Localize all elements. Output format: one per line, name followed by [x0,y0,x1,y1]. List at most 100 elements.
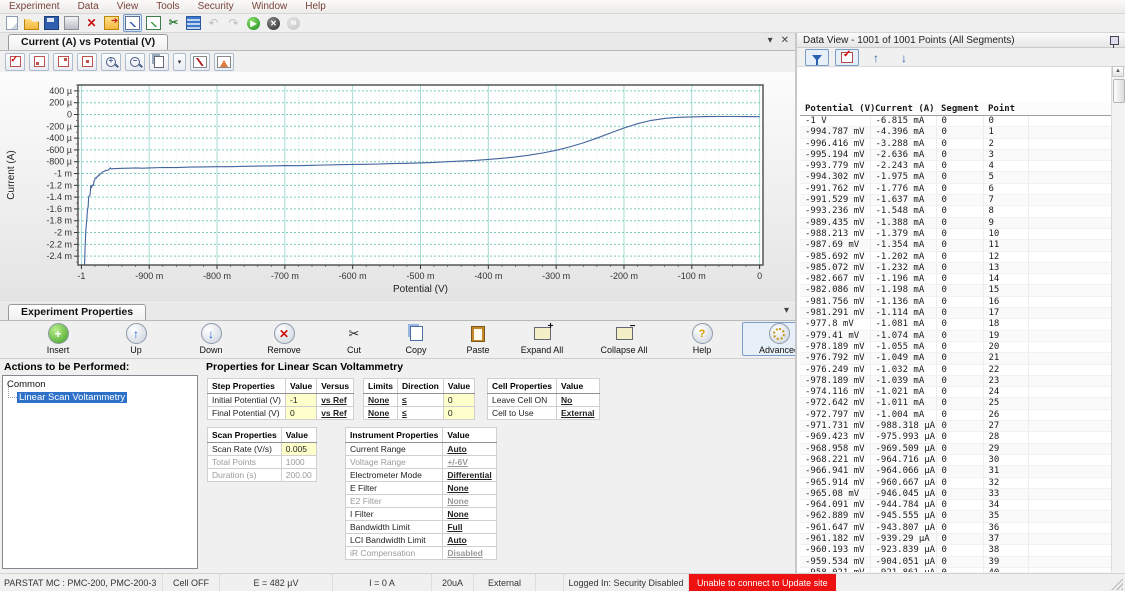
cell-properties-cell[interactable]: External [557,407,600,420]
table-row[interactable]: -965.08 mV-946.045 µA033 [800,488,1112,499]
help-button[interactable]: ?Help [666,323,738,355]
limits-cell[interactable]: ≤ [398,407,444,420]
table-row[interactable]: -989.435 mV-1.388 mA09 [800,217,1112,228]
limits-cell[interactable]: None [364,394,398,407]
table-row[interactable]: -961.182 mV-939.29 µA037 [800,533,1112,544]
voltammetry-chart[interactable]: 400 µ200 µ0-200 µ-400 µ-600 µ-800 µ-1 m-… [0,72,795,302]
experiment-tab-dropdown-icon[interactable]: ▾ [784,305,789,317]
down-button[interactable]: ↓Down [175,323,247,355]
zoom-out-button[interactable]: − [125,53,145,71]
pin-icon[interactable] [1110,36,1119,45]
instrument-properties-cell[interactable]: +/-6V [443,456,496,469]
table-row[interactable]: -961.647 mV-943.807 µA036 [800,522,1112,533]
table-row[interactable]: -978.189 mV-1.055 mA020 [800,341,1112,352]
new-file-button[interactable] [3,15,20,31]
table-row[interactable]: -972.642 mV-1.011 mA025 [800,398,1112,409]
table-row[interactable]: -977.8 mV-1.081 mA018 [800,319,1112,330]
menu-window[interactable]: Window [243,0,297,13]
column-header-point[interactable]: Point [983,102,1028,116]
table-row[interactable]: -968.958 mV-969.509 µA029 [800,443,1112,454]
table-row[interactable]: -978.189 mV-1.039 mA023 [800,375,1112,386]
scroll-to-top-button[interactable]: ↑ [865,50,887,65]
table-row[interactable]: -968.221 mV-964.716 µA030 [800,454,1112,465]
table-row[interactable]: -995.194 mV-2.636 mA03 [800,149,1112,160]
zoom-in-button[interactable]: + [101,53,121,71]
table-row[interactable]: -996.416 mV-3.288 mA02 [800,138,1112,149]
table-row[interactable]: -994.787 mV-4.396 mA01 [800,127,1112,138]
edit-graph-button[interactable]: ✂ [165,15,182,31]
tree-node-common[interactable]: Common [7,379,197,390]
expand-all-button[interactable]: Expand All [506,323,578,355]
table-row[interactable]: -964.091 mV-944.784 µA034 [800,500,1112,511]
cell-properties-cell[interactable]: No [557,394,600,407]
table-row[interactable]: -985.072 mV-1.232 mA013 [800,262,1112,273]
table-row[interactable]: -982.086 mV-1.198 mA015 [800,285,1112,296]
copy-graph-button[interactable] [149,53,169,71]
menu-tools[interactable]: Tools [147,0,188,13]
limits-cell[interactable]: None [364,407,398,420]
instrument-properties-cell[interactable]: None [443,508,496,521]
instrument-properties-cell[interactable]: Disabled [443,547,496,560]
tab-experiment-properties[interactable]: Experiment Properties [8,304,146,320]
tree-node-linear-scan-voltammetry[interactable]: Linear Scan Voltammetry [17,392,197,403]
table-row[interactable]: -966.941 mV-964.066 µA031 [800,466,1112,477]
overlay-graph-button[interactable] [145,15,162,31]
up-button[interactable]: ↑Up [100,323,172,355]
table-row[interactable]: -960.193 mV-923.839 µA038 [800,545,1112,556]
instrument-properties-cell[interactable]: Auto [443,443,496,456]
table-row[interactable]: -958.021 mV-921.861 µA040 [800,567,1112,572]
table-row[interactable]: -974.116 mV-1.021 mA024 [800,387,1112,398]
limits-cell[interactable]: 0 [443,407,474,420]
menu-help[interactable]: Help [296,0,335,13]
instrument-properties-cell[interactable]: Differential [443,469,496,482]
tab-current-vs-potential[interactable]: Current (A) vs Potential (V) [8,34,168,50]
data-list-view-button[interactable] [185,15,202,31]
table-row[interactable]: -971.731 mV-988.318 µA027 [800,421,1112,432]
table-row[interactable]: -981.756 mV-1.136 mA016 [800,296,1112,307]
table-row[interactable]: -981.291 mV-1.114 mA017 [800,308,1112,319]
stop-experiment-button[interactable]: ✕ [265,15,282,31]
menu-security[interactable]: Security [189,0,243,13]
table-row[interactable]: -993.236 mV-1.548 mA08 [800,206,1112,217]
table-row[interactable]: -976.249 mV-1.032 mA022 [800,364,1112,375]
peak-analysis-button[interactable] [214,53,234,71]
instrument-properties-cell[interactable]: None [443,482,496,495]
print-button[interactable] [63,15,80,31]
table-row[interactable]: -959.534 mV-904.051 µA039 [800,556,1112,567]
table-row[interactable]: -969.423 mV-975.993 µA028 [800,432,1112,443]
instrument-properties-cell[interactable]: Auto [443,534,496,547]
menu-data[interactable]: Data [69,0,108,13]
table-row[interactable]: -994.302 mV-1.975 mA05 [800,172,1112,183]
limits-cell[interactable]: ≤ [398,394,444,407]
column-header-current-a[interactable]: Current (A) [870,102,936,116]
scroll-to-bottom-button[interactable]: ↓ [893,50,915,65]
autoscale-axes-button[interactable] [29,53,49,71]
scroll-up-icon[interactable]: ▲ [1112,66,1124,77]
table-row[interactable]: -993.779 mV-2.243 mA04 [800,161,1112,172]
scrollbar-thumb[interactable] [1113,79,1125,103]
delete-button[interactable]: ✕ [83,15,100,31]
step-properties-cell[interactable]: vs Ref [317,394,354,407]
instrument-properties-cell[interactable]: None [443,495,496,508]
column-header-segment[interactable]: Segment [936,102,983,116]
open-file-button[interactable] [23,15,40,31]
table-row[interactable]: -985.692 mV-1.202 mA012 [800,251,1112,262]
copy-options-dropdown[interactable]: ▾ [173,53,186,71]
column-header-potential-v[interactable]: Potential (V) [800,102,870,116]
table-row[interactable]: -988.213 mV-1.379 mA010 [800,228,1112,239]
table-row[interactable]: -982.667 mV-1.196 mA014 [800,274,1112,285]
graph-view-button[interactable] [123,14,142,32]
menu-experiment[interactable]: Experiment [0,0,69,13]
autoscale-y-button[interactable] [77,53,97,71]
resize-grip[interactable] [1111,578,1123,590]
save-button[interactable] [43,15,60,31]
table-row[interactable]: -962.889 mV-945.555 µA035 [800,511,1112,522]
chart-tab-dropdown-icon[interactable]: ▾ [768,35,773,47]
paste-button[interactable]: Paste [442,323,514,355]
chart-tab-close-icon[interactable]: ✕ [781,35,789,47]
data-view-scrollbar[interactable]: ▲ [1111,66,1124,571]
table-row[interactable]: -965.914 mV-960.667 µA032 [800,477,1112,488]
table-row[interactable]: -979.41 mV-1.074 mA019 [800,330,1112,341]
graph-properties-button[interactable] [5,53,25,71]
selected-action-label[interactable]: Linear Scan Voltammetry [17,392,127,403]
